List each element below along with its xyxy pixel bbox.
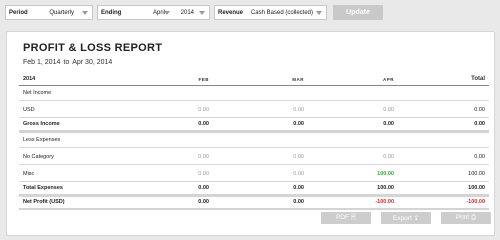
row-label: Misc — [23, 171, 35, 177]
header-total: Total — [471, 76, 485, 82]
divider — [19, 147, 489, 148]
header-feb: FEB — [198, 76, 209, 82]
print-button[interactable]: Print ⎙ — [441, 212, 491, 224]
cell-apr: -100.00 — [375, 199, 394, 205]
cell-total: 100.00 — [468, 171, 485, 177]
section-divider — [19, 208, 489, 210]
range-separator: to — [63, 59, 70, 66]
table-row-net-profit: Net Profit (USD) 0.00 0.00 -100.00 -100.… — [19, 196, 489, 208]
divider — [19, 85, 489, 86]
cell-feb: 0.00 — [198, 154, 209, 160]
cell-total: 0.00 — [474, 154, 485, 160]
cell-feb: 0.00 — [198, 185, 209, 191]
export-button[interactable]: Export ⇪ — [381, 212, 431, 224]
section-net-income: Net Income — [19, 87, 489, 99]
table-row: No Category 0.00 0.00 0.00 0.00 — [19, 151, 489, 163]
cell-mar: 0.00 — [293, 121, 304, 127]
revenue-value: Cash Based (collected) — [250, 9, 313, 16]
header-mar: MAR — [292, 76, 304, 82]
section-label: Less Expenses — [23, 137, 61, 143]
cell-apr: 0.00 — [383, 107, 394, 113]
section-divider — [19, 130, 489, 133]
table-row: USD 0.00 0.00 0.00 0.00 — [19, 104, 489, 116]
table-header: 2014 FEB MAR APR Total — [19, 73, 489, 85]
range-start: Feb 1, 2014 — [23, 59, 61, 66]
range-end: Apr 30, 2014 — [72, 59, 113, 66]
report-panel: PROFIT & LOSS REPORT Feb 1, 2014 to Apr 30… — [6, 31, 495, 236]
cell-mar: 0.00 — [293, 199, 304, 205]
chevron-down-icon — [164, 11, 170, 15]
ending-label: Ending — [101, 9, 122, 16]
table-row-subtotal: Total Expenses 0.00 0.00 100.00 100.00 — [19, 182, 489, 194]
revenue-select[interactable]: Revenue Cash Based (collected) — [214, 5, 327, 20]
revenue-label: Revenue — [218, 9, 244, 16]
cell-feb: 0.00 — [198, 107, 209, 113]
cell-total: -100.00 — [466, 199, 485, 205]
cell-feb: 0.00 — [198, 121, 209, 127]
report-date-range: Feb 1, 2014 to Apr 30, 2014 — [23, 59, 112, 66]
cell-total: 0.00 — [474, 121, 485, 127]
divider — [19, 100, 489, 101]
row-label: Net Profit (USD) — [23, 199, 65, 205]
period-value: Quarterly — [49, 9, 74, 16]
cell-apr: 0.00 — [383, 154, 394, 160]
row-label: USD — [23, 107, 35, 113]
pdf-button[interactable]: PDF 🗎 — [321, 212, 371, 224]
cell-mar: 0.00 — [293, 154, 304, 160]
cell-total: 0.00 — [474, 107, 485, 113]
row-label: Total Expenses — [23, 185, 63, 191]
table-row-subtotal: Gross Income 0.00 0.00 0.00 0.00 — [19, 118, 489, 130]
cell-feb: 0.00 — [198, 199, 209, 205]
cell-mar: 0.00 — [293, 107, 304, 113]
cell-feb: 0.00 — [198, 171, 209, 177]
table-row: Misc 0.00 0.00 100.00 100.00 — [19, 168, 489, 180]
chevron-down-icon — [316, 11, 322, 15]
ending-year: 2014 — [180, 9, 194, 16]
cell-total: 100.00 — [468, 185, 485, 191]
chevron-down-icon — [82, 11, 88, 15]
period-label: Period — [9, 9, 28, 16]
update-button[interactable]: Update — [333, 5, 383, 20]
cell-mar: 0.00 — [293, 185, 304, 191]
header-year: 2014 — [23, 76, 36, 82]
cell-mar: 0.00 — [293, 171, 304, 177]
row-label: No Category — [23, 154, 54, 160]
cell-apr: 0.00 — [383, 121, 394, 127]
section-label: Net Income — [23, 90, 52, 96]
cell-apr: 100.00 — [377, 185, 394, 191]
ending-select[interactable]: Ending April 2014 — [97, 5, 210, 20]
section-less-expenses: Less Expenses — [19, 134, 489, 146]
period-select[interactable]: Period Quarterly — [5, 5, 93, 20]
divider — [19, 164, 489, 165]
chevron-down-icon — [199, 11, 205, 15]
cell-apr: 100.00 — [377, 171, 394, 177]
row-label: Gross Income — [23, 121, 60, 127]
report-title: PROFIT & LOSS REPORT — [23, 42, 163, 54]
header-apr: APR — [382, 76, 394, 82]
